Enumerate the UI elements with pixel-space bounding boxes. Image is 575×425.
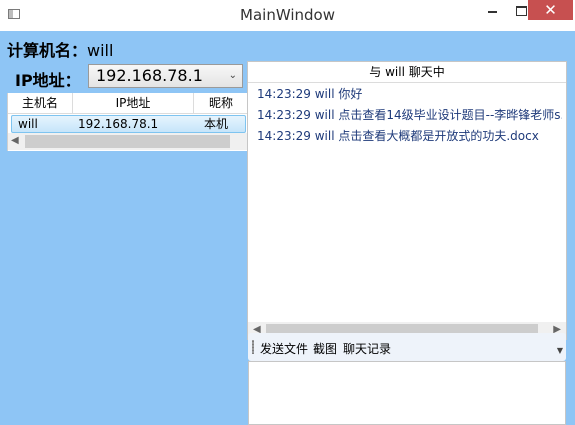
column-header-host[interactable]: 主机名: [8, 93, 73, 113]
close-icon: ✕: [544, 1, 557, 19]
ip-select[interactable]: 192.168.78.1 ⌄: [88, 64, 243, 88]
host-list-header: 主机名 IP地址 昵称: [8, 93, 248, 114]
ip-select-value: 192.168.78.1: [96, 66, 203, 85]
minimize-icon: [487, 11, 497, 13]
host-list-scroll-thumb[interactable]: [25, 135, 230, 148]
host-list-scrollbar[interactable]: ◀: [8, 133, 248, 150]
scroll-left-icon[interactable]: ◀: [11, 135, 19, 146]
ip-label: IP地址：: [15, 71, 81, 90]
chevron-down-icon[interactable]: ⌄: [229, 70, 237, 81]
minimize-button[interactable]: [478, 0, 506, 22]
maximize-icon: [515, 6, 527, 16]
chat-message: 14:23:29 will 你好: [257, 87, 363, 101]
host-nickname-cell: 本机: [204, 117, 229, 131]
chat-messages: 14:23:29 will 你好 14:23:29 will 点击查看14级毕业…: [257, 84, 562, 320]
message-input[interactable]: [248, 361, 566, 425]
toolbar-grip-icon[interactable]: [252, 340, 254, 354]
chat-toolbar: 发送文件 截图 聊天记录 ▼: [248, 333, 566, 361]
chat-message[interactable]: 14:23:29 will 点击查看大概都是开放式的功夫.docx: [257, 126, 562, 147]
host-list[interactable]: 主机名 IP地址 昵称 will 192.168.78.1 本机 ◀: [7, 93, 248, 151]
send-file-button[interactable]: 发送文件: [260, 340, 308, 357]
chat-history-button[interactable]: 聊天记录: [343, 340, 391, 357]
title-bar: MainWindow ✕: [0, 0, 575, 31]
column-header-nickname[interactable]: 昵称: [194, 93, 248, 113]
screenshot-button[interactable]: 截图: [313, 340, 337, 357]
host-ip-cell: 192.168.78.1: [78, 117, 159, 131]
computer-name-label: 计算机名：: [7, 41, 88, 60]
main-content: 计算机名：will IP地址： 192.168.78.1 ⌄ 主机名 IP地址 …: [0, 31, 575, 425]
host-name-cell: will: [18, 117, 38, 131]
chat-title: 与 will 聊天中: [248, 62, 566, 83]
toolbar-overflow-icon[interactable]: ▼: [557, 346, 563, 355]
host-row[interactable]: will 192.168.78.1 本机: [11, 115, 246, 133]
column-header-ip[interactable]: IP地址: [73, 93, 194, 113]
chat-panel: 与 will 聊天中 14:23:29 will 你好 14:23:29 wil…: [247, 61, 567, 340]
close-button[interactable]: ✕: [528, 0, 573, 20]
computer-name-value: will: [87, 41, 114, 60]
computer-name-row: 计算机名：will: [7, 37, 113, 61]
chat-message[interactable]: 14:23:29 will 点击查看14级毕业设计题目--李晔锋老师s.docx: [257, 105, 562, 126]
